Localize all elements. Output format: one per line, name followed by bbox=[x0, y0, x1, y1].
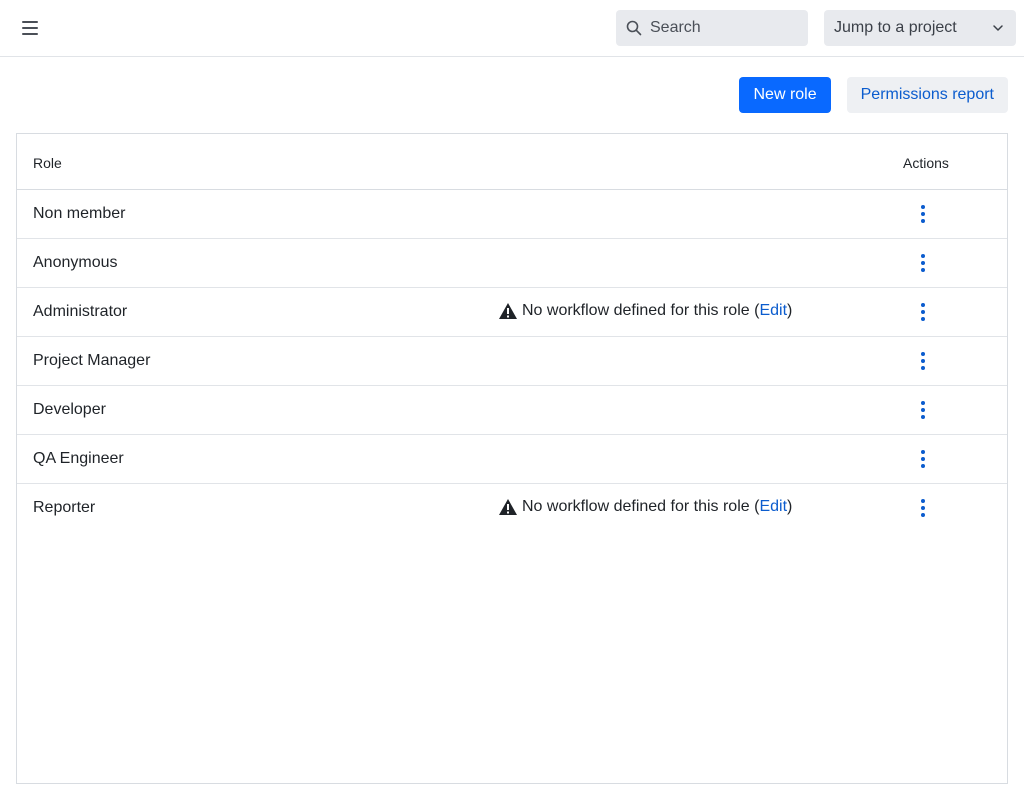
top-bar: Jump to a project bbox=[0, 0, 1024, 57]
role-name: Administrator bbox=[33, 303, 128, 320]
edit-workflow-link[interactable]: Edit bbox=[759, 302, 787, 320]
warning-text: No workflow defined for this role ( bbox=[522, 302, 760, 319]
column-header-actions: Actions bbox=[903, 155, 949, 171]
role-name: Project Manager bbox=[33, 352, 151, 369]
role-name: QA Engineer bbox=[33, 450, 124, 467]
warning-suffix: ) bbox=[787, 498, 793, 515]
more-actions-icon[interactable] bbox=[913, 300, 933, 324]
table-body: Non member Anonymous Administrator No workf… bbox=[17, 190, 1007, 533]
more-actions-icon[interactable] bbox=[913, 251, 933, 275]
role-name: Non member bbox=[33, 205, 126, 222]
workflow-warning: No workflow defined for this role (Edit) bbox=[498, 498, 792, 516]
jump-to-project-label: Jump to a project bbox=[834, 19, 957, 36]
warning-suffix: ) bbox=[787, 302, 793, 319]
new-role-button[interactable]: New role bbox=[739, 77, 831, 113]
roles-table: Role Actions Non member Anonymous Administ… bbox=[16, 133, 1008, 784]
more-actions-icon[interactable] bbox=[913, 398, 933, 422]
search-input[interactable] bbox=[650, 19, 800, 37]
table-row: Anonymous bbox=[17, 239, 1007, 288]
more-actions-icon[interactable] bbox=[913, 496, 933, 520]
roles-toolbar: New role Permissions report bbox=[739, 77, 1008, 113]
search-box[interactable] bbox=[616, 10, 808, 46]
permissions-report-button[interactable]: Permissions report bbox=[846, 77, 1008, 113]
workflow-warning: No workflow defined for this role (Edit) bbox=[498, 302, 792, 320]
table-row: Non member bbox=[17, 190, 1007, 239]
warning-text: No workflow defined for this role ( bbox=[522, 498, 760, 515]
hamburger-menu-icon[interactable] bbox=[20, 18, 40, 38]
table-row: QA Engineer bbox=[17, 435, 1007, 484]
table-row: Project Manager bbox=[17, 337, 1007, 386]
edit-workflow-link[interactable]: Edit bbox=[759, 498, 787, 516]
column-header-role: Role bbox=[33, 155, 62, 171]
more-actions-icon[interactable] bbox=[913, 202, 933, 226]
more-actions-icon[interactable] bbox=[913, 349, 933, 373]
jump-to-project-select[interactable]: Jump to a project bbox=[824, 10, 1016, 46]
more-actions-icon[interactable] bbox=[913, 447, 933, 471]
table-row: Developer bbox=[17, 386, 1007, 435]
role-name: Anonymous bbox=[33, 254, 118, 271]
warning-icon bbox=[499, 303, 517, 319]
table-row: Reporter No workflow defined for this rol… bbox=[17, 484, 1007, 533]
role-name: Developer bbox=[33, 401, 106, 418]
table-header: Role Actions bbox=[17, 134, 1007, 190]
table-row: Administrator No workflow defined for thi… bbox=[17, 288, 1007, 337]
warning-icon bbox=[499, 499, 517, 515]
role-name: Reporter bbox=[33, 499, 96, 516]
search-icon bbox=[626, 20, 642, 36]
chevron-down-icon bbox=[993, 25, 1003, 31]
